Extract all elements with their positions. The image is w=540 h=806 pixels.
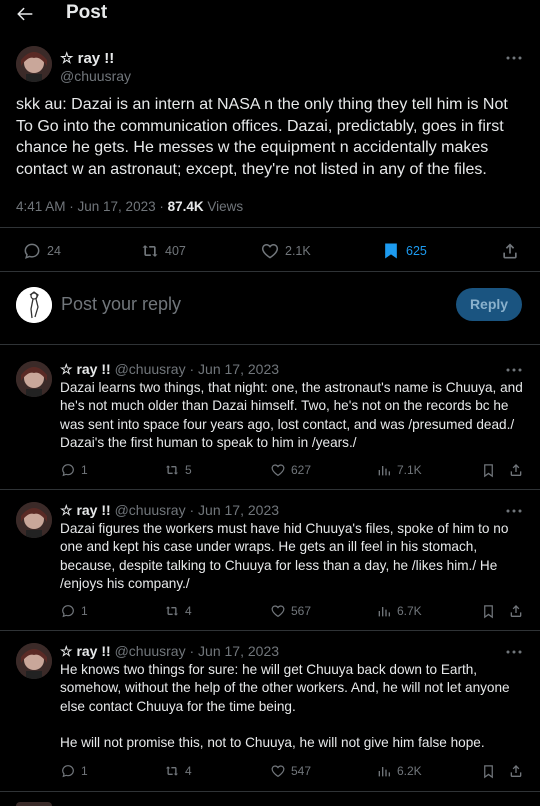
reply-text: Dazai learns two things, that night: one… [60, 380, 523, 450]
views-count: 7.1K [397, 463, 422, 477]
like-button[interactable]: 547 [270, 763, 311, 779]
avatar[interactable] [16, 46, 52, 82]
analytics-icon [376, 603, 397, 619]
more-options-icon[interactable] [506, 55, 526, 61]
reply-text: Dazai figures the workers must have hid … [60, 521, 509, 591]
repost-button[interactable]: 4 [164, 763, 192, 779]
analytics-icon [376, 462, 397, 478]
views-button[interactable]: 6.2K [376, 763, 422, 779]
reply-button[interactable]: 1 [60, 763, 88, 779]
views-count: 6.7K [397, 604, 422, 618]
reply-icon [22, 241, 47, 261]
like-button[interactable]: 567 [270, 603, 311, 619]
avatar[interactable] [16, 502, 52, 538]
share-icon[interactable] [500, 241, 520, 261]
views-button[interactable]: 7.1K [376, 462, 422, 478]
author-handle[interactable]: @chuusray [115, 502, 186, 518]
share-icon[interactable] [508, 603, 524, 619]
divider [0, 791, 540, 792]
divider [0, 271, 540, 272]
reply-header: ☆ ray !! @chuusray · Jun 17, 2023 [60, 643, 279, 660]
my-avatar[interactable] [16, 287, 52, 323]
post-text: skk au: Dazai is an intern at NASA n the… [16, 96, 508, 178]
reply-submit-button[interactable]: Reply [456, 288, 522, 321]
reply-header: ☆ ray !! @chuusray · Jun 17, 2023 [60, 502, 279, 519]
reply-header: ☆ ray !! @chuusray · Jun 17, 2023 [60, 361, 279, 378]
reply-date[interactable]: · Jun 17, 2023 [190, 502, 280, 518]
heart-icon [260, 241, 285, 261]
more-options-icon[interactable] [506, 508, 526, 514]
divider [0, 227, 540, 228]
repost-icon [164, 763, 185, 779]
reply-button[interactable]: 1 [60, 603, 88, 619]
author-name[interactable]: ☆ ray !! [60, 361, 111, 377]
top-bar: Post [0, 0, 540, 30]
author-handle[interactable]: @chuusray [115, 643, 186, 659]
bookmark-icon[interactable] [481, 604, 496, 619]
reply-count: 1 [81, 604, 88, 618]
reply-date[interactable]: · Jun 17, 2023 [190, 361, 280, 377]
like-button[interactable]: 2.1K [260, 241, 311, 261]
reply-text: He knows two things for sure: he will ge… [60, 662, 510, 714]
divider [0, 630, 540, 631]
author-name[interactable]: ☆ ray !! [60, 502, 111, 518]
like-count: 627 [291, 463, 312, 477]
share-icon[interactable] [508, 763, 524, 779]
repost-icon [164, 462, 185, 478]
reply-count: 1 [81, 764, 88, 778]
divider [0, 489, 540, 490]
reply-count: 1 [81, 463, 88, 477]
repost-button[interactable]: 4 [164, 603, 192, 619]
reply-button[interactable]: 24 [22, 241, 61, 261]
repost-count: 4 [185, 604, 192, 618]
repost-count: 5 [185, 463, 192, 477]
divider [0, 344, 540, 345]
reply-count: 24 [47, 244, 61, 258]
like-count: 547 [291, 764, 312, 778]
repost-icon [164, 603, 185, 619]
reply-button[interactable]: 1 [60, 462, 88, 478]
like-button[interactable]: 627 [270, 462, 311, 478]
views-label: Views [207, 199, 244, 214]
reply-icon [60, 603, 81, 619]
repost-button[interactable]: 407 [140, 241, 186, 261]
bookmark-icon [381, 241, 406, 261]
analytics-icon [376, 763, 397, 779]
reply-icon [60, 763, 81, 779]
share-icon[interactable] [508, 462, 524, 478]
author-name[interactable]: ☆ ray !! [60, 643, 111, 659]
views-count: 6.2K [397, 764, 422, 778]
heart-icon [270, 763, 291, 779]
reply-icon [60, 462, 81, 478]
avatar[interactable] [16, 802, 52, 806]
repost-count: 407 [165, 244, 186, 258]
views-count: 87.4K [167, 199, 204, 214]
post-time[interactable]: 4:41 AM · Jun 17, 2023 · [16, 199, 164, 214]
avatar[interactable] [16, 643, 52, 679]
bookmark-button[interactable]: 625 [381, 241, 427, 261]
author-handle[interactable]: @chuusray [60, 68, 131, 84]
views-button[interactable]: 6.7K [376, 603, 422, 619]
repost-button[interactable]: 5 [164, 462, 192, 478]
more-options-icon[interactable] [506, 649, 526, 655]
post-meta: 4:41 AM · Jun 17, 2023 · 87.4K Views [16, 199, 243, 214]
author-handle[interactable]: @chuusray [115, 361, 186, 377]
bookmark-count: 625 [406, 244, 427, 258]
avatar[interactable] [16, 361, 52, 397]
back-arrow-icon[interactable] [14, 3, 40, 25]
heart-icon [270, 603, 291, 619]
like-count: 567 [291, 604, 312, 618]
reply-text: He will not promise this, not to Chuuya,… [60, 735, 485, 750]
page-title: Post [66, 2, 108, 23]
bookmark-icon[interactable] [481, 764, 496, 779]
bookmark-icon[interactable] [481, 463, 496, 478]
repost-icon [140, 241, 165, 261]
author-name[interactable]: ☆ ray !! [60, 49, 114, 67]
like-count: 2.1K [285, 244, 311, 258]
reply-date[interactable]: · Jun 17, 2023 [190, 643, 280, 659]
reply-input[interactable]: Post your reply [61, 294, 181, 315]
heart-icon [270, 462, 291, 478]
more-options-icon[interactable] [506, 367, 526, 373]
repost-count: 4 [185, 764, 192, 778]
